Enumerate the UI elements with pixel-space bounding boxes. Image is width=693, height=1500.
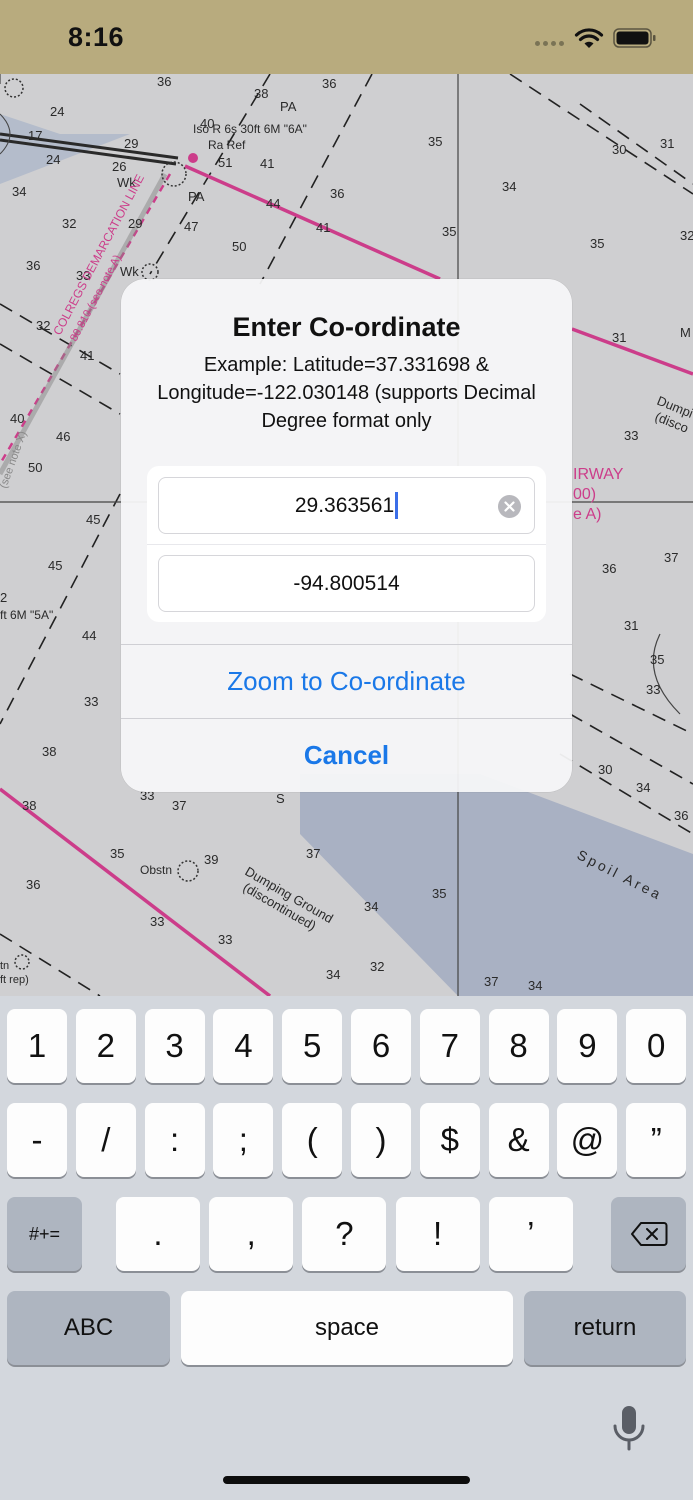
key-symbol-0[interactable]: - bbox=[7, 1103, 67, 1177]
dialog-message: Example: Latitude=37.331698 & Longitude=… bbox=[157, 354, 536, 432]
latitude-field[interactable]: 29.363561 bbox=[158, 477, 535, 534]
home-indicator bbox=[223, 1476, 470, 1484]
numeric-keyboard: 1234567890 - /:;() $ & @” #+= .,?!’ ABC spac… bbox=[0, 996, 693, 1500]
key-symbol-6[interactable]: $ bbox=[419, 1103, 480, 1177]
key-digit-1[interactable]: 2 bbox=[75, 1009, 136, 1083]
key-return[interactable]: return bbox=[524, 1291, 686, 1365]
key-punct-4[interactable]: ’ bbox=[488, 1197, 573, 1271]
key-digit-2[interactable]: 3 bbox=[144, 1009, 205, 1083]
longitude-field[interactable]: -94.800514 bbox=[158, 555, 535, 612]
battery-icon bbox=[613, 28, 656, 48]
cellular-signal-icon bbox=[535, 41, 564, 46]
longitude-value: -94.800514 bbox=[293, 571, 400, 595]
key-punct-2[interactable]: ? bbox=[302, 1197, 387, 1271]
key-punct-0[interactable]: . bbox=[116, 1197, 200, 1271]
microphone-icon[interactable] bbox=[610, 1404, 648, 1454]
wifi-icon bbox=[574, 28, 604, 48]
clear-text-icon[interactable] bbox=[498, 495, 521, 518]
latitude-value: 29.363561 bbox=[294, 493, 395, 517]
key-symbol-8[interactable]: @ bbox=[557, 1103, 618, 1177]
key-symbol-4[interactable]: ( bbox=[282, 1103, 343, 1177]
key-digit-7[interactable]: 8 bbox=[488, 1009, 549, 1083]
delete-icon bbox=[630, 1222, 667, 1246]
key-digit-4[interactable]: 5 bbox=[282, 1009, 343, 1083]
dialog-title: Enter Co-ordinate bbox=[232, 312, 461, 342]
text-cursor bbox=[395, 492, 399, 519]
key-digit-8[interactable]: 9 bbox=[557, 1009, 618, 1083]
cancel-button[interactable]: Cancel bbox=[121, 719, 572, 792]
key-more-symbols[interactable]: #+= bbox=[7, 1197, 82, 1271]
field-separator bbox=[147, 544, 546, 545]
key-digit-0[interactable]: 1 bbox=[7, 1009, 67, 1083]
key-punct-3[interactable]: ! bbox=[395, 1197, 480, 1271]
key-space[interactable]: space bbox=[181, 1291, 513, 1365]
key-delete[interactable] bbox=[611, 1197, 686, 1271]
key-symbol-9[interactable]: ” bbox=[626, 1103, 687, 1177]
key-symbol-3[interactable]: ; bbox=[213, 1103, 274, 1177]
zoom-to-coordinate-button[interactable]: Zoom to Co-ordinate bbox=[121, 645, 572, 718]
key-abc[interactable]: ABC bbox=[7, 1291, 170, 1365]
key-symbol-2[interactable]: : bbox=[144, 1103, 205, 1177]
key-digit-5[interactable]: 6 bbox=[351, 1009, 411, 1083]
coordinate-fields-group: 29.363561 -94.800514 bbox=[147, 466, 546, 622]
key-symbol-5[interactable]: ) bbox=[351, 1103, 411, 1177]
enter-coordinate-dialog: Enter Co-ordinate Example: Latitude=37.3… bbox=[121, 279, 572, 792]
key-symbol-1[interactable]: / bbox=[75, 1103, 136, 1177]
key-digit-9[interactable]: 0 bbox=[626, 1009, 687, 1083]
key-digit-6[interactable]: 7 bbox=[419, 1009, 480, 1083]
key-symbol-7[interactable]: & bbox=[488, 1103, 549, 1177]
status-bar: 8:16 bbox=[0, 0, 693, 74]
status-time: 8:16 bbox=[68, 22, 125, 52]
key-digit-3[interactable]: 4 bbox=[213, 1009, 274, 1083]
key-punct-1[interactable]: , bbox=[209, 1197, 294, 1271]
